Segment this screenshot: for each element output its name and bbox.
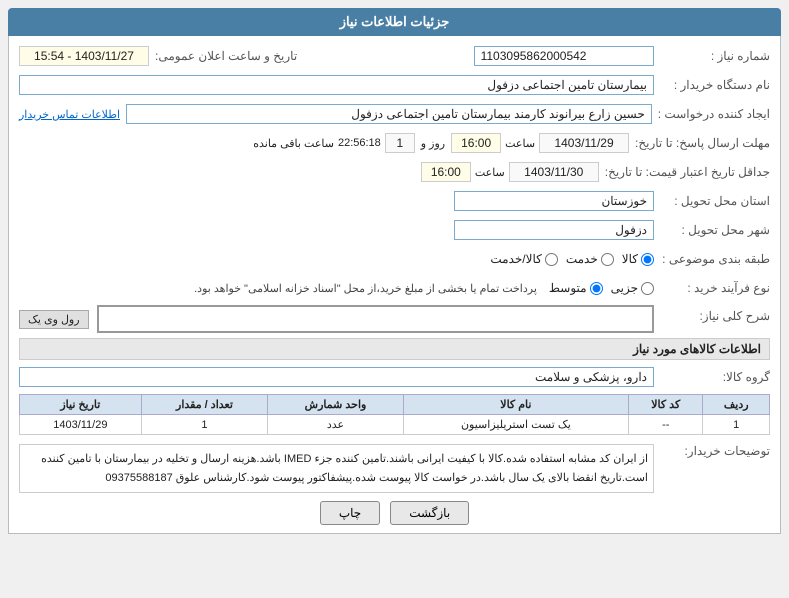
mohlet-saat2-value: 22:56:18 bbox=[338, 137, 381, 149]
buttons-row: بازگشت چاپ bbox=[19, 501, 770, 525]
ostan-row: استان محل تحویل : خوزستان bbox=[19, 189, 770, 213]
bazgasht-button[interactable]: بازگشت bbox=[390, 501, 469, 525]
grohe-kala-row: گروه کالا: دارو، پزشکی و سلامت bbox=[19, 365, 770, 389]
shmare-niaz-row: شماره نیاز : 1103095862000542 تاریخ و سا… bbox=[19, 44, 770, 68]
buyer-comments-row: توضیحات خریدار: از ایران کد مشابه استفاد… bbox=[19, 441, 770, 493]
col-tedad: تعداد / مقدار bbox=[141, 395, 268, 415]
ijad-link[interactable]: اطلاعات تماس خریدار bbox=[19, 108, 120, 121]
cell-vahed: عدد bbox=[268, 415, 404, 435]
kala-table: ردیف کد کالا نام کالا واحد شمارش تعداد /… bbox=[19, 394, 770, 435]
nov-farayand-row: نوع فرآیند خرید : جزیی متوسط پرداخت تمام… bbox=[19, 276, 770, 300]
mohlet-label: مهلت ارسال پاسخ: تا تاریخ: bbox=[635, 136, 770, 150]
shrh-niaz-row: شرح کلی نیاز: رول وی یک bbox=[19, 305, 770, 333]
page-header: جزئیات اطلاعات نیاز bbox=[8, 8, 781, 36]
nov-farayand-label: نوع فرآیند خرید : bbox=[660, 281, 770, 295]
col-tarikh: تاریخ نیاز bbox=[20, 395, 142, 415]
grohe-kala-value: دارو، پزشکی و سلامت bbox=[19, 367, 654, 387]
col-radif: ردیف bbox=[703, 395, 770, 415]
table-row: 1--یک تست استریلیزاسیونعدد11403/11/29 bbox=[20, 415, 770, 435]
shmare-niaz-label: شماره نیاز : bbox=[660, 49, 770, 63]
buyer-comments-value: از ایران کد مشابه استفاده شده.کالا با کی… bbox=[19, 444, 654, 493]
ijad-row: ایجاد کننده درخواست : حسین زارع بیرانوند… bbox=[19, 102, 770, 126]
tarikh-ersal-value: 1403/11/27 - 15:54 bbox=[19, 46, 149, 66]
mohlet-saat-value: 16:00 bbox=[451, 133, 501, 153]
nov-jozi[interactable]: جزیی bbox=[611, 281, 654, 295]
mohlet-row: مهلت ارسال پاسخ: تا تاریخ: 1403/11/29 سا… bbox=[19, 131, 770, 155]
grohe-kala-label: گروه کالا: bbox=[660, 370, 770, 384]
nov-jozi-label: جزیی bbox=[611, 281, 638, 295]
tabaghe-label: طبقه بندی موضوعی : bbox=[660, 252, 770, 266]
main-container: جزئیات اطلاعات نیاز شماره نیاز : 1103095… bbox=[0, 0, 789, 598]
jadval-label: جداقل تاریخ اعتبار قیمت: تا تاریخ: bbox=[605, 165, 770, 179]
mohlet-saat2-label: ساعت باقی مانده bbox=[253, 137, 334, 150]
tabaghe-kala[interactable]: کالا bbox=[622, 252, 654, 266]
shrh-placeholder: رول وی یک bbox=[19, 310, 89, 329]
nov-farayand-options: جزیی متوسط پرداخت تمام یا بخشی از مبلغ خ… bbox=[19, 281, 654, 295]
jadval-saat-value: 16:00 bbox=[421, 162, 471, 182]
shahr-value: دزفول bbox=[454, 220, 654, 240]
cell-kod_kala: -- bbox=[629, 415, 703, 435]
col-vahed: واحد شمارش bbox=[268, 395, 404, 415]
tabaghe-khadamat[interactable]: خدمت bbox=[566, 252, 614, 266]
jadval-date: 1403/11/30 bbox=[509, 162, 599, 182]
tarikh-ersal-label: تاریخ و ساعت اعلان عمومی: bbox=[155, 49, 297, 63]
shahr-row: شهر محل تحویل : دزفول bbox=[19, 218, 770, 242]
shahr-label: شهر محل تحویل : bbox=[660, 223, 770, 237]
akalaha-section-title: اطلاعات کالاهای مورد نیاز bbox=[19, 338, 770, 360]
chap-button[interactable]: چاپ bbox=[320, 501, 380, 525]
cell-nam_kala: یک تست استریلیزاسیون bbox=[403, 415, 628, 435]
col-kod: کد کالا bbox=[629, 395, 703, 415]
mohlet-date: 1403/11/29 bbox=[539, 133, 629, 153]
jadval-row: جداقل تاریخ اعتبار قیمت: تا تاریخ: 1403/… bbox=[19, 160, 770, 184]
ijad-label: ایجاد کننده درخواست : bbox=[658, 107, 770, 121]
tabaghe-kala-label: کالا bbox=[622, 252, 638, 266]
page-title: جزئیات اطلاعات نیاز bbox=[340, 14, 450, 29]
tabaghe-kala-khadamat[interactable]: کالا/خدمت bbox=[490, 252, 557, 266]
shrh-niaz-box bbox=[97, 305, 654, 333]
mohlet-saat-label: ساعت bbox=[505, 137, 535, 150]
col-nam: نام کالا bbox=[403, 395, 628, 415]
shmare-niaz-value: 1103095862000542 bbox=[474, 46, 654, 66]
kala-table-container: ردیف کد کالا نام کالا واحد شمارش تعداد /… bbox=[19, 394, 770, 435]
tabaghe-options: کالا خدمت کالا/خدمت bbox=[19, 252, 654, 266]
tabaghe-row: طبقه بندی موضوعی : کالا خدمت کالا/خدمت bbox=[19, 247, 770, 271]
jadval-saat-label: ساعت bbox=[475, 166, 505, 179]
cell-radif: 1 bbox=[703, 415, 770, 435]
content-box: شماره نیاز : 1103095862000542 تاریخ و سا… bbox=[8, 36, 781, 534]
ostan-label: استان محل تحویل : bbox=[660, 194, 770, 208]
mohlet-roz-value: 1 bbox=[385, 133, 415, 153]
tabaghe-khadamat-label: خدمت bbox=[566, 252, 598, 266]
ostan-value: خوزستان bbox=[454, 191, 654, 211]
dastgah-value: بیمارستان تامین اجتماعی دزفول bbox=[19, 75, 654, 95]
shrh-niaz-label: شرح کلی نیاز: bbox=[660, 305, 770, 323]
buyer-comments-label: توضیحات خریدار: bbox=[660, 441, 770, 458]
dastgah-label: نام دستگاه خریدار : bbox=[660, 78, 770, 92]
mohlet-roz-label: روز و bbox=[421, 137, 445, 150]
ijad-value: حسین زارع بیرانوند کارمند بیمارستان تامی… bbox=[126, 104, 652, 124]
nov-motevaset[interactable]: متوسط bbox=[549, 281, 603, 295]
dastgah-row: نام دستگاه خریدار : بیمارستان تامین اجتم… bbox=[19, 73, 770, 97]
nov-motevaset-label: متوسط bbox=[549, 281, 587, 295]
cell-tarikh: 1403/11/29 bbox=[20, 415, 142, 435]
tabaghe-kala-khadamat-label: کالا/خدمت bbox=[490, 252, 541, 266]
nov-farayand-note: پرداخت تمام یا بخشی از مبلغ خرید،از محل … bbox=[194, 282, 537, 295]
cell-tedad: 1 bbox=[141, 415, 268, 435]
